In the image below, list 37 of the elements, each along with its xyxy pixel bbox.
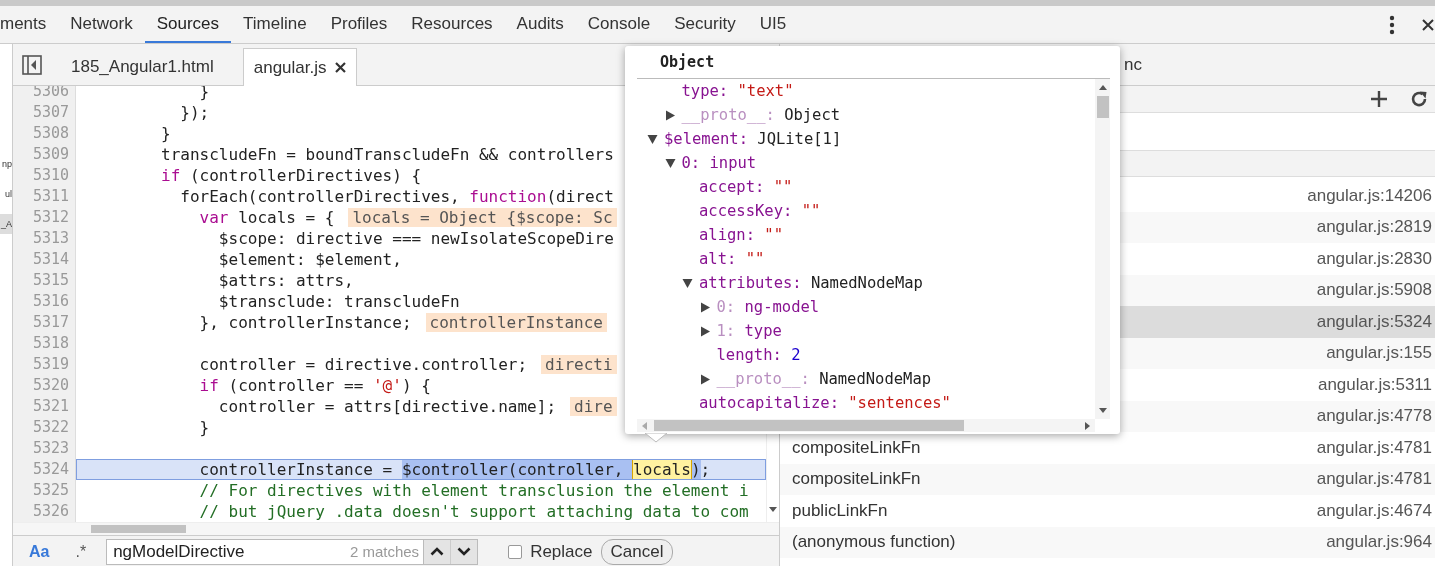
- code-line: transcludeFn = boundTranscludeFn && controllers: [160, 144, 614, 165]
- popup-title: Object: [637, 46, 1110, 79]
- code-line: forEach(controllerDirectives, function(direct: [179, 186, 614, 207]
- code-line: // but jQuery .data doesn't support attaching data to com: [198, 501, 749, 522]
- property-line: 0: input: [681, 154, 757, 172]
- property-line: 1: type: [716, 322, 782, 340]
- property-line: 0: ng-model: [716, 298, 820, 316]
- function-name: compositeLinkFn: [792, 469, 921, 490]
- code-line: $transclude: transcludeFn: [217, 291, 460, 312]
- property-line: align: "": [699, 226, 783, 244]
- property-line: autocapitalize: "sentences": [699, 394, 951, 412]
- property-line: length: 2: [716, 346, 801, 364]
- code-line: }: [160, 123, 171, 144]
- code-line: // For directives with element transclusion the element i: [198, 480, 749, 501]
- function-name: (anonymous function): [792, 532, 956, 553]
- match-count: 2 matches: [349, 543, 420, 560]
- property-line: __proto__: Object: [681, 106, 841, 124]
- property-line: accessKey: "": [699, 202, 821, 220]
- code-line: }: [198, 417, 210, 438]
- code-line: });: [179, 102, 210, 123]
- property-line: $element: JQLite[1]: [664, 130, 842, 148]
- code-line: $element: $element,: [217, 249, 402, 270]
- function-name: publicLinkFn: [792, 500, 888, 521]
- property-line: attributes: NamedNodeMap: [699, 274, 923, 292]
- function-name: compositeLinkFn: [792, 437, 921, 458]
- code-line: if (controller == '@') {: [198, 375, 431, 396]
- code-line: var locals = { locals = Object {$scope: Sc: [76, 207, 617, 228]
- code-line: $attrs: attrs,: [217, 270, 354, 291]
- property-line: alt: "": [699, 250, 765, 268]
- property-line: accept: "": [699, 178, 793, 196]
- property-line: __proto__: NamedNodeMap: [716, 370, 932, 388]
- code-line: if (controllerDirectives) {: [160, 165, 422, 186]
- code-line: controller = directive.controller; directi: [76, 354, 617, 375]
- code-line: }, controllerInstance; controllerInstance: [76, 312, 607, 333]
- code-line: $scope: directive === newIsolateScopeDire: [217, 228, 614, 249]
- property-line: type: "text": [681, 82, 794, 100]
- code-line: controller = attrs[directive.name]; dire: [76, 396, 617, 417]
